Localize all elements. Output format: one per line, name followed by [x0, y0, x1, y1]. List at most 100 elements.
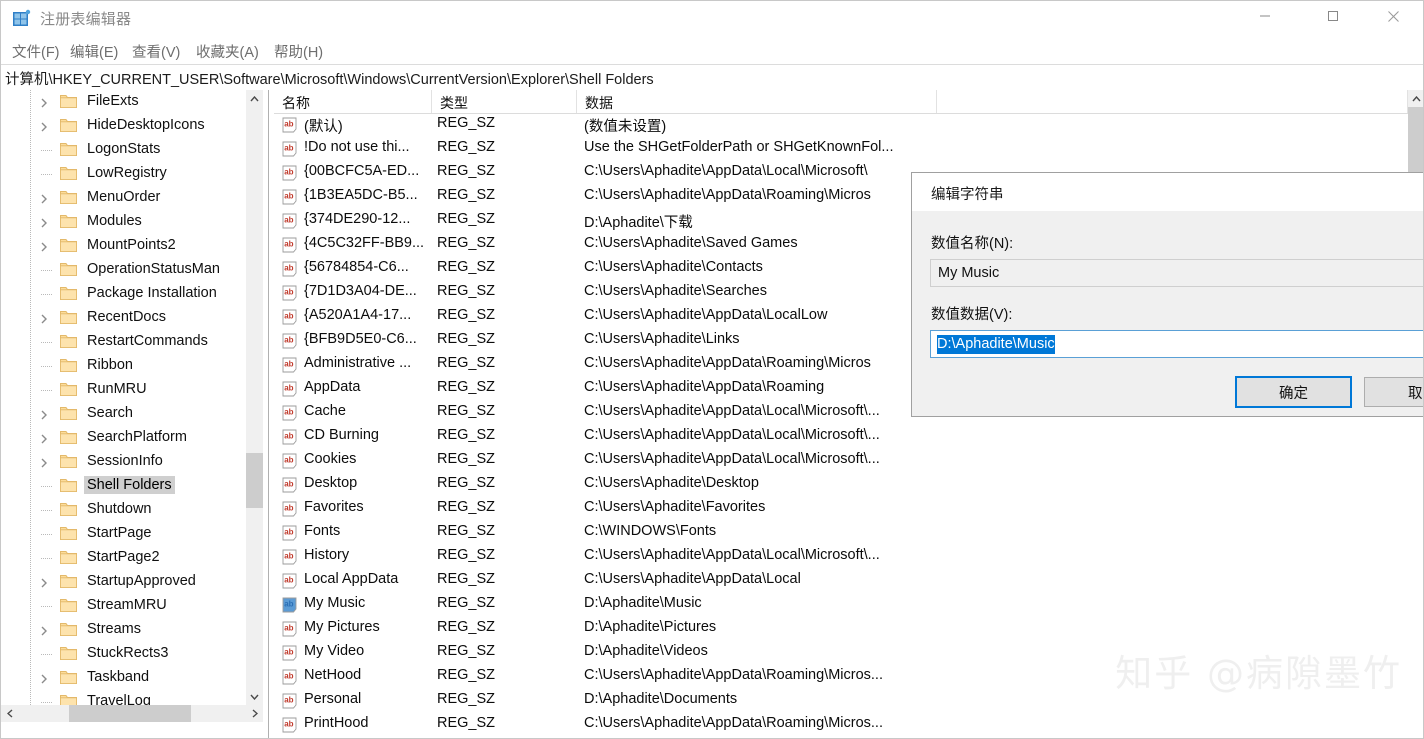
- chevron-right-icon[interactable]: [38, 408, 50, 420]
- maximize-button[interactable]: [1310, 0, 1356, 32]
- menu-item-1[interactable]: 编辑(E): [66, 40, 122, 63]
- tree-guide-line: [30, 330, 31, 354]
- svg-text:ab: ab: [284, 552, 293, 561]
- tree-vertical-scrollbar[interactable]: [246, 90, 263, 705]
- tree-item-startpage2[interactable]: StartPage2: [0, 546, 246, 570]
- list-scroll-up-icon[interactable]: [1408, 90, 1424, 107]
- svg-text:ab: ab: [284, 288, 293, 297]
- chevron-right-icon[interactable]: [38, 240, 50, 252]
- tree-item-mountpoints2[interactable]: MountPoints2: [0, 234, 246, 258]
- tree-item-recentdocs[interactable]: RecentDocs: [0, 306, 246, 330]
- scroll-right-icon[interactable]: [246, 705, 263, 722]
- chevron-right-icon[interactable]: [38, 120, 50, 132]
- registry-value-row[interactable]: ab Fonts REG_SZ C:\WINDOWS\Fonts: [274, 521, 1408, 545]
- tree-item-label: Streams: [87, 621, 141, 637]
- chevron-right-icon[interactable]: [38, 576, 50, 588]
- scroll-up-icon[interactable]: [246, 90, 263, 107]
- registry-value-row[interactable]: ab Desktop REG_SZ C:\Users\Aphadite\Desktop: [274, 473, 1408, 497]
- chevron-right-icon[interactable]: [38, 312, 50, 324]
- column-header-2[interactable]: 数据: [577, 90, 937, 113]
- tree-item-label: MountPoints2: [87, 237, 176, 253]
- tree-horizontal-scrollbar[interactable]: [1, 705, 263, 722]
- string-value-icon: ab: [282, 141, 299, 157]
- address-bar[interactable]: 计算机\HKEY_CURRENT_USER\Software\Microsoft…: [0, 64, 1424, 91]
- tree-item-startpage[interactable]: StartPage: [0, 522, 246, 546]
- menu-item-0[interactable]: 文件(F): [8, 40, 64, 63]
- value-data-input[interactable]: D:\Aphadite\Music: [930, 330, 1424, 358]
- tree-item-runmru[interactable]: RunMRU: [0, 378, 246, 402]
- tree-item-modules[interactable]: Modules: [0, 210, 246, 234]
- tree-item-shell-folders[interactable]: Shell Folders: [0, 474, 246, 498]
- tree-guide-line: [30, 690, 31, 705]
- svg-text:ab: ab: [284, 720, 293, 729]
- ok-button[interactable]: 确定: [1235, 376, 1352, 408]
- chevron-right-icon[interactable]: [38, 432, 50, 444]
- tree-item-label: Package Installation: [87, 285, 217, 301]
- tree-connector: [41, 294, 52, 295]
- tree-item-restartcommands[interactable]: RestartCommands: [0, 330, 246, 354]
- value-data-cell: C:\Users\Aphadite\AppData\Roaming\Micros: [584, 355, 871, 371]
- tree-item-shutdown[interactable]: Shutdown: [0, 498, 246, 522]
- chevron-right-icon[interactable]: [38, 672, 50, 684]
- chevron-right-icon[interactable]: [38, 96, 50, 108]
- registry-value-row[interactable]: ab Cookies REG_SZ C:\Users\Aphadite\AppData…: [274, 449, 1408, 473]
- tree-item-streammru[interactable]: StreamMRU: [0, 594, 246, 618]
- close-button[interactable]: [1370, 0, 1416, 32]
- chevron-right-icon[interactable]: [38, 216, 50, 228]
- tree-item-stuckrects3[interactable]: StuckRects3: [0, 642, 246, 666]
- column-header-0[interactable]: 名称: [274, 90, 432, 113]
- string-value-icon: ab: [282, 525, 299, 541]
- tree-item-sessioninfo[interactable]: SessionInfo: [0, 450, 246, 474]
- registry-value-row[interactable]: ab History REG_SZ C:\Users\Aphadite\AppData…: [274, 545, 1408, 569]
- tree-scroll-thumb[interactable]: [246, 453, 263, 508]
- chevron-right-icon[interactable]: [38, 192, 50, 204]
- menu-item-2[interactable]: 查看(V): [128, 40, 184, 63]
- scroll-down-icon[interactable]: [246, 688, 263, 705]
- registry-value-row[interactable]: ab Personal REG_SZ D:\Aphadite\Documents: [274, 689, 1408, 713]
- registry-value-row[interactable]: ab !Do not use thi... REG_SZ Use the SHGetF…: [274, 137, 1408, 161]
- tree-item-logonstats[interactable]: LogonStats: [0, 138, 246, 162]
- string-value-icon: ab: [282, 429, 299, 445]
- tree-item-search[interactable]: Search: [0, 402, 246, 426]
- tree-guide-line: [30, 234, 31, 258]
- column-header-3[interactable]: [937, 90, 1408, 113]
- tree-item-menuorder[interactable]: MenuOrder: [0, 186, 246, 210]
- registry-value-row[interactable]: ab My Pictures REG_SZ D:\Aphadite\Pictures: [274, 617, 1408, 641]
- tree-item-travellog[interactable]: TravelLog: [0, 690, 246, 705]
- tree-item-package-installation[interactable]: Package Installation: [0, 282, 246, 306]
- menu-item-4[interactable]: 帮助(H): [270, 40, 327, 63]
- registry-tree-pane: FileExts HideDesktopIcons LogonStats LowReg…: [0, 90, 268, 722]
- tree-item-searchplatform[interactable]: SearchPlatform: [0, 426, 246, 450]
- column-header-1[interactable]: 类型: [432, 90, 577, 113]
- value-data-cell: C:\Users\Aphadite\AppData\Roaming\Micros…: [584, 715, 883, 731]
- tree-item-startupapproved[interactable]: StartupApproved: [0, 570, 246, 594]
- tree-item-taskband[interactable]: Taskband: [0, 666, 246, 690]
- value-name-cell: PrintHood: [304, 715, 369, 731]
- registry-value-row[interactable]: ab Local AppData REG_SZ C:\Users\Aphadite\A…: [274, 569, 1408, 593]
- tree-item-hidedesktopicons[interactable]: HideDesktopIcons: [0, 114, 246, 138]
- registry-value-row[interactable]: ab CD Burning REG_SZ C:\Users\Aphadite\AppD…: [274, 425, 1408, 449]
- tree-item-streams[interactable]: Streams: [0, 618, 246, 642]
- registry-value-row[interactable]: ab NetHood REG_SZ C:\Users\Aphadite\AppData…: [274, 665, 1408, 689]
- chevron-right-icon[interactable]: [38, 456, 50, 468]
- tree-hscroll-thumb[interactable]: [69, 705, 191, 722]
- registry-value-row[interactable]: ab Favorites REG_SZ C:\Users\Aphadite\Favor…: [274, 497, 1408, 521]
- value-type-cell: REG_SZ: [437, 595, 496, 611]
- menu-item-3[interactable]: 收藏夹(A): [192, 40, 263, 63]
- svg-text:ab: ab: [284, 216, 293, 225]
- tree-item-fileexts[interactable]: FileExts: [0, 90, 246, 114]
- value-name-input[interactable]: My Music: [930, 259, 1424, 287]
- registry-value-row[interactable]: ab My Video REG_SZ D:\Aphadite\Videos: [274, 641, 1408, 665]
- tree-item-lowregistry[interactable]: LowRegistry: [0, 162, 246, 186]
- cancel-button[interactable]: 取消: [1364, 377, 1424, 407]
- chevron-right-icon[interactable]: [38, 624, 50, 636]
- scroll-left-icon[interactable]: [1, 705, 18, 722]
- string-value-icon: ab: [282, 621, 299, 637]
- tree-item-operationstatusman[interactable]: OperationStatusMan: [0, 258, 246, 282]
- registry-value-row[interactable]: ab PrintHood REG_SZ C:\Users\Aphadite\AppDa…: [274, 713, 1408, 737]
- registry-value-row[interactable]: ab My Music REG_SZ D:\Aphadite\Music: [274, 593, 1408, 617]
- value-data-cell: C:\WINDOWS\Fonts: [584, 523, 717, 539]
- registry-value-row[interactable]: ab (默认) REG_SZ (数值未设置): [274, 113, 1408, 137]
- minimize-button[interactable]: [1242, 0, 1288, 32]
- tree-item-ribbon[interactable]: Ribbon: [0, 354, 246, 378]
